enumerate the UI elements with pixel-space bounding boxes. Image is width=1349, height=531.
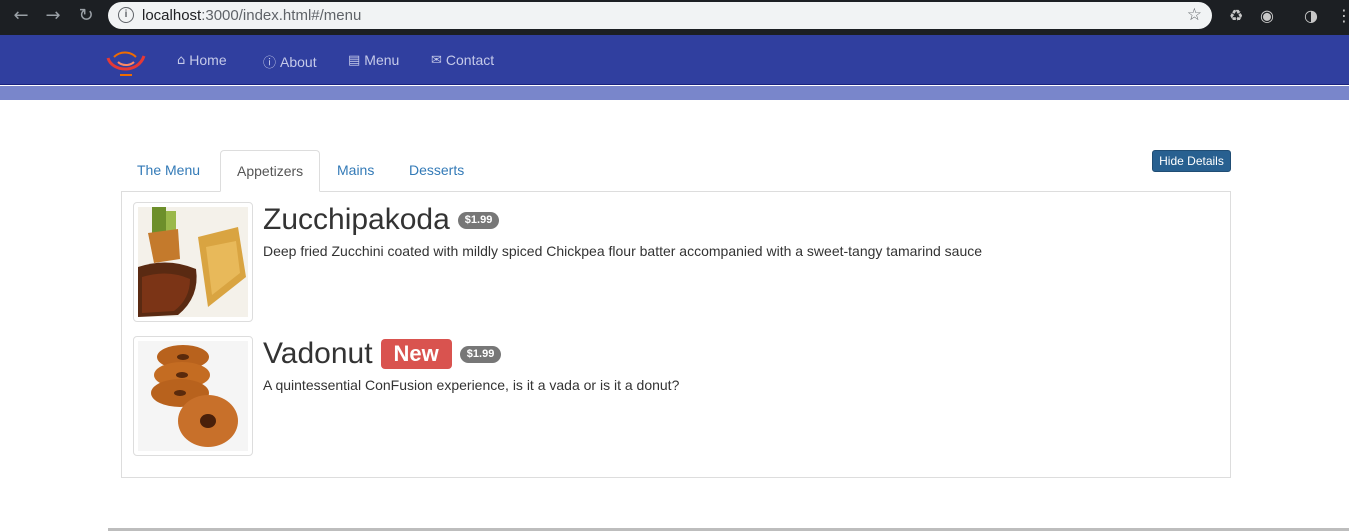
url-text[interactable]: localhost:3000/index.html#/menu [142,7,361,24]
dish-item: Zucchipakoda $1.99 Deep fried Zucchini c… [133,202,1223,322]
dish-description: A quintessential ConFusion experience, i… [263,377,680,393]
zucchipakoda-image [138,207,248,317]
site-navbar: ⌂ Home ⓘ About ▤ Menu ✉ Contact [0,35,1349,85]
info-icon[interactable]: i [118,7,134,23]
dish-item: Vadonut New $1.99 A quintessential ConFu… [133,336,1223,456]
reload-icon[interactable]: ↻ [75,5,97,27]
dish-thumbnail [133,336,253,456]
header-strip [0,86,1349,100]
recycle-extension-icon[interactable]: ♻ [1226,6,1246,26]
dish-body: Zucchipakoda $1.99 Deep fried Zucchini c… [263,202,1213,259]
nav-about[interactable]: ⓘ About [263,52,317,72]
browser-toolbar: ← → ↻ i localhost:3000/index.html#/menu … [0,0,1349,35]
menu-tabs: The Menu Appetizers Mains Desserts [121,150,1231,192]
address-bar[interactable]: i localhost:3000/index.html#/menu ☆ [108,2,1212,29]
brand-logo-icon[interactable] [104,48,148,78]
url-path: :3000/index.html#/menu [201,7,362,24]
dish-heading: Zucchipakoda $1.99 [263,202,1213,238]
nav-home-label: Home [189,52,227,68]
nav-menu-label: Menu [364,52,400,68]
nav-contact-label: Contact [445,52,495,68]
info-circle-icon: ⓘ [263,56,277,71]
dish-thumbnail [133,202,253,322]
vadonut-image [138,341,248,451]
price-badge: $1.99 [459,345,502,363]
dish-description: Deep fried Zucchini coated with mildly s… [263,243,983,259]
home-icon: ⌂ [177,52,186,68]
back-arrow-icon[interactable]: ← [10,5,32,27]
target-extension-icon[interactable]: ◉ [1257,6,1277,26]
dish-heading: Vadonut New $1.99 [263,336,1213,372]
nav-contact[interactable]: ✉ Contact [431,52,494,68]
more-menu-icon[interactable]: ⋮ [1334,6,1349,26]
tab-the-menu[interactable]: The Menu [121,150,216,192]
dish-body: Vadonut New $1.99 A quintessential ConFu… [263,336,1213,393]
tab-mains[interactable]: Mains [321,150,390,192]
envelope-icon: ✉ [431,52,442,68]
new-label-badge: New [380,339,452,369]
hide-details-button[interactable]: Hide Details [1152,150,1231,172]
forward-arrow-icon[interactable]: → [42,5,64,27]
list-icon: ▤ [348,52,361,68]
profile-avatar-icon[interactable]: ◑ [1301,6,1321,26]
nav-about-label: About [280,53,317,70]
tab-desserts[interactable]: Desserts [393,150,480,192]
dish-name: Zucchipakoda [263,203,450,236]
tab-appetizers[interactable]: Appetizers [220,150,321,192]
star-icon[interactable]: ☆ [1187,5,1202,25]
tab-content-panel: Zucchipakoda $1.99 Deep fried Zucchini c… [121,191,1231,478]
nav-menu[interactable]: ▤ Menu [348,52,399,68]
nav-home[interactable]: ⌂ Home [177,52,227,68]
url-host: localhost [142,7,202,24]
price-badge: $1.99 [457,211,500,229]
dish-name: Vadonut [263,337,373,370]
